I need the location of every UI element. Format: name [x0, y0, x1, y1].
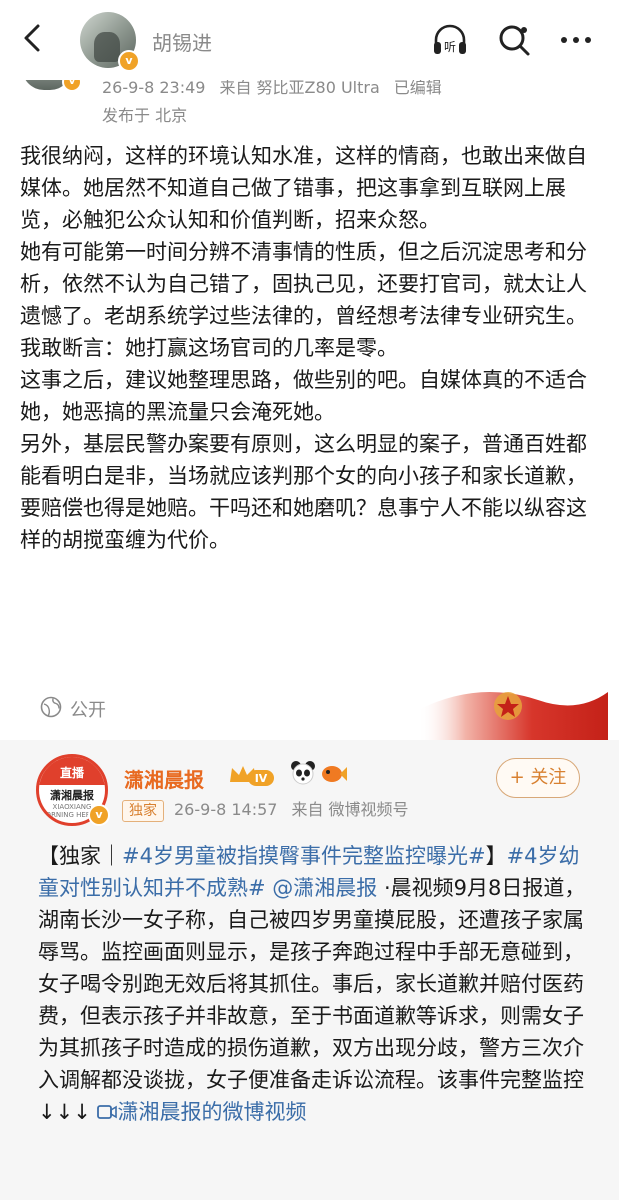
author-name[interactable]: 胡锡进	[152, 27, 212, 56]
repost-author-name[interactable]: 潇湘晨报	[124, 764, 204, 793]
repost-text-bracket: 】	[485, 844, 507, 868]
member-crown-icon: IV	[230, 766, 274, 786]
repost-card[interactable]: 直播 潇湘晨报 XIAOXIANG MORNING HERALD v 潇湘晨报 …	[0, 740, 619, 1200]
mention-link[interactable]: @潇湘晨报	[272, 876, 377, 900]
visibility-label: 公开	[70, 700, 106, 721]
post-location: 发布于 北京	[102, 106, 188, 125]
member-level: IV	[255, 772, 268, 785]
post-paragraph: 另外，基层民警办案要有原则，这么明显的案子，普通百姓都能看明白是非，当场就应该判…	[20, 432, 587, 552]
repost-meta: 独家 26-9-8 14:57 来自 微博视频号	[122, 796, 409, 822]
post-source: 来自 努比亚Z80 Ultra	[219, 78, 380, 97]
exclusive-tag: 独家	[122, 800, 164, 822]
repost-text-body: ·晨视频9月8日报道，湖南长沙一女子称，自己被四岁男童摸屁股，还遭孩子家属辱骂。…	[38, 876, 586, 1124]
post-time: 26-9-8 23:49	[102, 78, 206, 97]
video-link-label: 潇湘晨报的微博视频	[117, 1100, 307, 1124]
back-arrow-icon[interactable]	[14, 20, 50, 56]
koi-fish-icon	[322, 766, 347, 782]
repost-body: 【独家｜#4岁男童被指摸臀事件完整监控曝光#】#4岁幼童对性别认知并不成熟# @…	[38, 840, 588, 1128]
globe-icon	[40, 696, 62, 718]
verified-badge-icon: v	[118, 50, 140, 72]
follow-button[interactable]: + 关注	[496, 758, 580, 798]
avatar-brand-label: 潇湘晨报	[50, 789, 94, 802]
post-paragraph: 我很纳闷，这样的环境认知水准，这样的情商，也敢出来做自媒体。她居然不知道自己做了…	[20, 144, 587, 232]
listen-icon[interactable]: 听	[430, 20, 470, 60]
video-icon	[97, 1105, 118, 1119]
repost-verified-badge-icon: v	[88, 804, 110, 826]
post-body: 我很纳闷，这样的环境认知水准，这样的情商，也敢出来做自媒体。她居然不知道自己做了…	[20, 140, 605, 556]
post-paragraph: 这事之后，建议她整理思路，做些别的吧。自媒体真的不适合她，她恶搞的黑流量只会淹死…	[20, 368, 587, 424]
listen-label: 听	[444, 40, 456, 54]
post-paragraph: 她有可能第一时间分辨不清事情的性质，但之后沉淀思考和分析，依然不认为自己错了，固…	[20, 240, 587, 360]
post-edited[interactable]: 已编辑	[394, 78, 442, 97]
top-bar: v 胡锡进 听	[0, 0, 619, 80]
panda-icon	[291, 761, 315, 785]
search-icon[interactable]	[494, 20, 534, 60]
video-link[interactable]: 潇湘晨报的微博视频	[97, 1100, 306, 1124]
repost-source: 来自 微博视频号	[291, 800, 409, 819]
repost-time: 26-9-8 14:57	[174, 800, 278, 819]
repost-text-prefix: 【独家｜	[38, 844, 122, 868]
avatar-live-label: 直播	[39, 757, 105, 785]
more-icon[interactable]	[556, 20, 596, 60]
hashtag-link[interactable]: #4岁男童被指摸臀事件完整监控曝光#	[122, 844, 486, 868]
